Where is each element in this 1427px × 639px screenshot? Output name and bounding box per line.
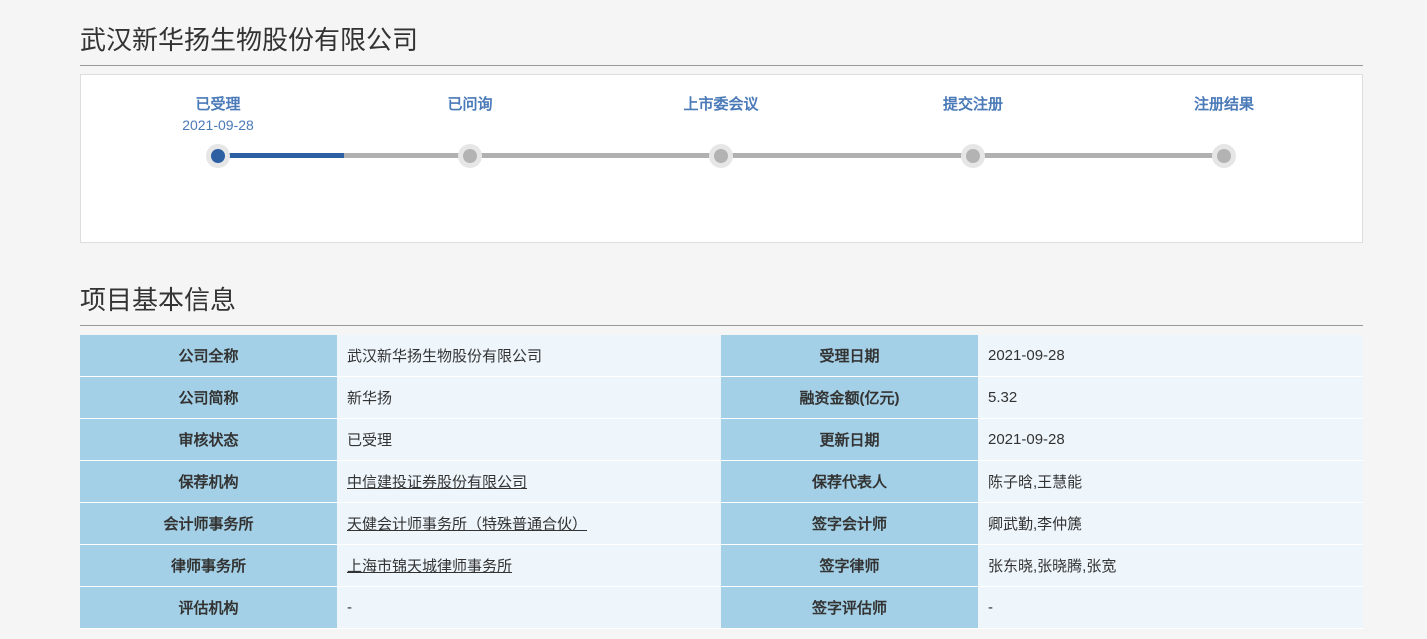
field-label: 签字会计师 [721, 502, 978, 545]
field-label: 保荐代表人 [721, 460, 978, 503]
field-value: - [337, 586, 721, 629]
field-value: 张东晓,张晓腾,张宽 [978, 544, 1363, 587]
accounting-firm-link[interactable]: 天健会计师事务所（特殊普通合伙） [347, 516, 587, 533]
field-value: - [978, 586, 1363, 629]
progress-track-fill [218, 153, 344, 158]
field-value: 卿武勤,李仲篪 [978, 502, 1363, 545]
field-label: 公司全称 [80, 335, 337, 377]
table-row: 公司全称 武汉新华扬生物股份有限公司 受理日期 2021-09-28 [80, 335, 1363, 377]
field-value: 武汉新华扬生物股份有限公司 [337, 335, 721, 377]
step-listing-committee: 上市委会议 [641, 93, 801, 114]
table-row: 审核状态 已受理 更新日期 2021-09-28 [80, 418, 1363, 461]
step-registration-result: 注册结果 [1144, 93, 1304, 114]
step-dot-submit-registration [961, 144, 985, 168]
page-title: 武汉新华扬生物股份有限公司 [80, 20, 1363, 66]
field-value: 已受理 [337, 418, 721, 461]
field-value: 陈子晗,王慧能 [978, 460, 1363, 503]
step-date: 2021-09-28 [182, 117, 254, 133]
table-row: 会计师事务所 天健会计师事务所（特殊普通合伙） 签字会计师 卿武勤,李仲篪 [80, 502, 1363, 545]
step-label: 已受理 [195, 96, 241, 113]
field-value: 5.32 [978, 376, 1363, 419]
field-label: 会计师事务所 [80, 502, 337, 545]
sponsor-link[interactable]: 中信建投证券股份有限公司 [347, 474, 527, 491]
info-section-title: 项目基本信息 [80, 280, 1363, 326]
step-dot-accepted [206, 144, 230, 168]
step-label: 上市委会议 [683, 96, 759, 113]
table-row: 公司简称 新华扬 融资金额(亿元) 5.32 [80, 376, 1363, 419]
field-label: 受理日期 [721, 335, 978, 377]
field-label: 审核状态 [80, 418, 337, 461]
field-label: 保荐机构 [80, 460, 337, 503]
field-label: 律师事务所 [80, 544, 337, 587]
field-label: 评估机构 [80, 586, 337, 629]
table-row: 律师事务所 上海市锦天城律师事务所 签字律师 张东晓,张晓腾,张宽 [80, 544, 1363, 587]
field-label: 融资金额(亿元) [721, 376, 978, 419]
step-submit-registration: 提交注册 [893, 93, 1053, 114]
project-info-table: 公司全称 武汉新华扬生物股份有限公司 受理日期 2021-09-28 公司简称 … [80, 335, 1363, 629]
field-label: 签字律师 [721, 544, 978, 587]
step-dot-listing-committee [709, 144, 733, 168]
field-value: 2021-09-28 [978, 335, 1363, 377]
step-inquired: 已问询 [390, 93, 550, 114]
review-progress-panel: 已受理 2021-09-28 已问询 上市委会议 提交注册 注册结果 [80, 74, 1363, 243]
step-label: 注册结果 [1193, 96, 1254, 113]
step-dot-inquired [458, 144, 482, 168]
table-row: 保荐机构 中信建投证券股份有限公司 保荐代表人 陈子晗,王慧能 [80, 460, 1363, 503]
field-value: 2021-09-28 [978, 418, 1363, 461]
table-row: 评估机构 - 签字评估师 - [80, 586, 1363, 629]
step-dot-registration-result [1212, 144, 1236, 168]
step-accepted: 已受理 2021-09-28 [138, 93, 298, 133]
step-label: 已问询 [447, 96, 493, 113]
field-value: 新华扬 [337, 376, 721, 419]
step-label: 提交注册 [942, 96, 1003, 113]
law-firm-link[interactable]: 上海市锦天城律师事务所 [347, 558, 512, 575]
field-label: 更新日期 [721, 418, 978, 461]
field-label: 签字评估师 [721, 586, 978, 629]
field-label: 公司简称 [80, 376, 337, 419]
